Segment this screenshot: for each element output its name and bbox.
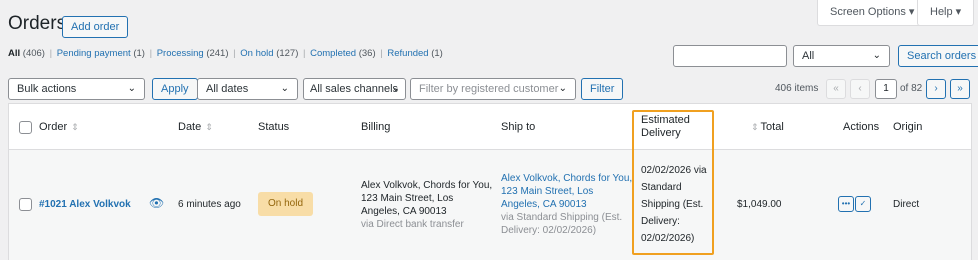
filter-separator: |: [149, 48, 153, 59]
sort-arrows-icon: ⇕: [71, 121, 79, 132]
bulk-actions-select[interactable]: Bulk actions ⌄: [8, 78, 145, 100]
column-status: Status: [258, 121, 290, 133]
column-total[interactable]: ⇕ Total: [751, 104, 784, 150]
shipping-method: via Standard Shipping (Est.: [501, 212, 623, 223]
filter-separator: |: [303, 48, 306, 59]
filter-separator: |: [380, 48, 383, 59]
checkmark-icon[interactable]: ✓: [855, 196, 871, 212]
filter-on-hold[interactable]: On hold (127): [240, 48, 298, 59]
billing-line: 123 Main Street, Los: [361, 193, 454, 204]
chevron-down-icon: ⌄: [127, 83, 136, 94]
current-page-value: 1: [883, 83, 889, 94]
column-actions: Actions: [843, 121, 880, 133]
row-checkbox[interactable]: [19, 198, 32, 211]
billing-line: Alex Volkvok, Chords for You,: [361, 180, 493, 191]
column-order[interactable]: Order ⇕: [39, 104, 79, 150]
chevron-down-icon: ⌄: [872, 50, 881, 61]
filter-button[interactable]: Filter: [581, 78, 624, 100]
status-badge: On hold: [258, 192, 314, 216]
order-link[interactable]: #1021 Alex Volkvok: [39, 198, 131, 211]
chevron-down-icon: ⌄: [391, 83, 400, 94]
table-header: Order ⇕ Date ⇕ Status Billing Ship to Esti…: [9, 104, 971, 150]
dates-value: All dates: [206, 83, 249, 95]
sales-channels-select[interactable]: All sales channels ⌄: [303, 78, 406, 100]
filter-all[interactable]: All (406): [8, 48, 45, 59]
bulk-actions-value: Bulk actions: [17, 83, 77, 95]
help-button[interactable]: Help ▾: [917, 0, 975, 26]
search-input[interactable]: [673, 45, 787, 67]
status-filter-list: All (406) | Pending payment (1) | Proces…: [8, 48, 443, 59]
filter-separator: |: [49, 48, 53, 59]
billing-line: Angeles, CA 90013: [361, 206, 447, 217]
search-scope-select[interactable]: All ⌄: [793, 45, 890, 67]
ship-line[interactable]: Alex Volkvok, Chords for You,: [501, 172, 632, 185]
select-all-cell: [19, 104, 32, 150]
ship-line[interactable]: Angeles, CA 90013: [501, 198, 632, 211]
filter-completed[interactable]: Completed (36): [310, 48, 376, 59]
shipping-method: Delivery: 02/02/2026): [501, 225, 597, 236]
estimated-delivery-highlight: [632, 110, 714, 255]
select-all-checkbox[interactable]: [19, 120, 32, 134]
eye-icon[interactable]: 👁: [149, 197, 164, 210]
filter-pending-payment[interactable]: Pending payment (1): [57, 48, 145, 59]
add-order-button[interactable]: Add order: [62, 16, 129, 38]
billing-address: Alex Volkvok, Chords for You, 123 Main S…: [361, 179, 492, 231]
filter-processing[interactable]: Processing (241): [157, 48, 229, 59]
first-page-button[interactable]: «: [826, 79, 846, 99]
table-row[interactable]: #1021 Alex Volkvok 👁 6 minutes ago On ho…: [9, 150, 971, 260]
search-orders-button[interactable]: Search orders: [898, 45, 978, 67]
filter-refunded[interactable]: Refunded (1): [387, 48, 442, 59]
screen-options-button[interactable]: Screen Options ▾: [817, 0, 928, 26]
order-total: $1,049.00: [737, 199, 782, 210]
order-date: 6 minutes ago: [178, 199, 241, 210]
dates-select[interactable]: All dates ⌄: [197, 78, 298, 100]
shipping-address: Alex Volkvok, Chords for You, 123 Main S…: [501, 172, 632, 237]
chevron-down-icon: ⌄: [558, 83, 567, 94]
last-page-button[interactable]: »: [950, 79, 970, 99]
page-title: Orders: [8, 13, 67, 34]
order-origin: Direct: [893, 199, 920, 210]
customer-filter-placeholder: Filter by registered customer: [419, 83, 559, 95]
next-page-button[interactable]: ›: [926, 79, 946, 99]
sales-channels-value: All sales channels: [310, 83, 399, 95]
orders-table: Order ⇕ Date ⇕ Status Billing Ship to Esti…: [8, 103, 972, 260]
sort-arrows-icon: ⇕: [751, 121, 759, 132]
customer-filter-select[interactable]: Filter by registered customer ⌄: [410, 78, 576, 100]
items-count: 406 items: [775, 83, 819, 94]
prev-page-button[interactable]: ‹: [850, 79, 870, 99]
chevron-down-icon: ⌄: [280, 83, 289, 94]
payment-method: via Direct bank transfer: [361, 219, 464, 230]
ellipsis-icon[interactable]: •••: [838, 196, 854, 212]
search-scope-value: All: [802, 50, 815, 62]
column-billing: Billing: [361, 121, 391, 133]
apply-button[interactable]: Apply: [152, 78, 198, 100]
column-ship-to: Ship to: [501, 121, 536, 133]
filter-separator: |: [233, 48, 236, 59]
sort-arrows-icon: ⇕: [205, 121, 213, 132]
column-origin: Origin: [893, 121, 923, 133]
total-pages: of 82: [900, 83, 923, 94]
ship-line[interactable]: 123 Main Street, Los: [501, 185, 632, 198]
current-page-input[interactable]: 1: [875, 79, 897, 99]
column-date[interactable]: Date ⇕: [178, 104, 213, 150]
